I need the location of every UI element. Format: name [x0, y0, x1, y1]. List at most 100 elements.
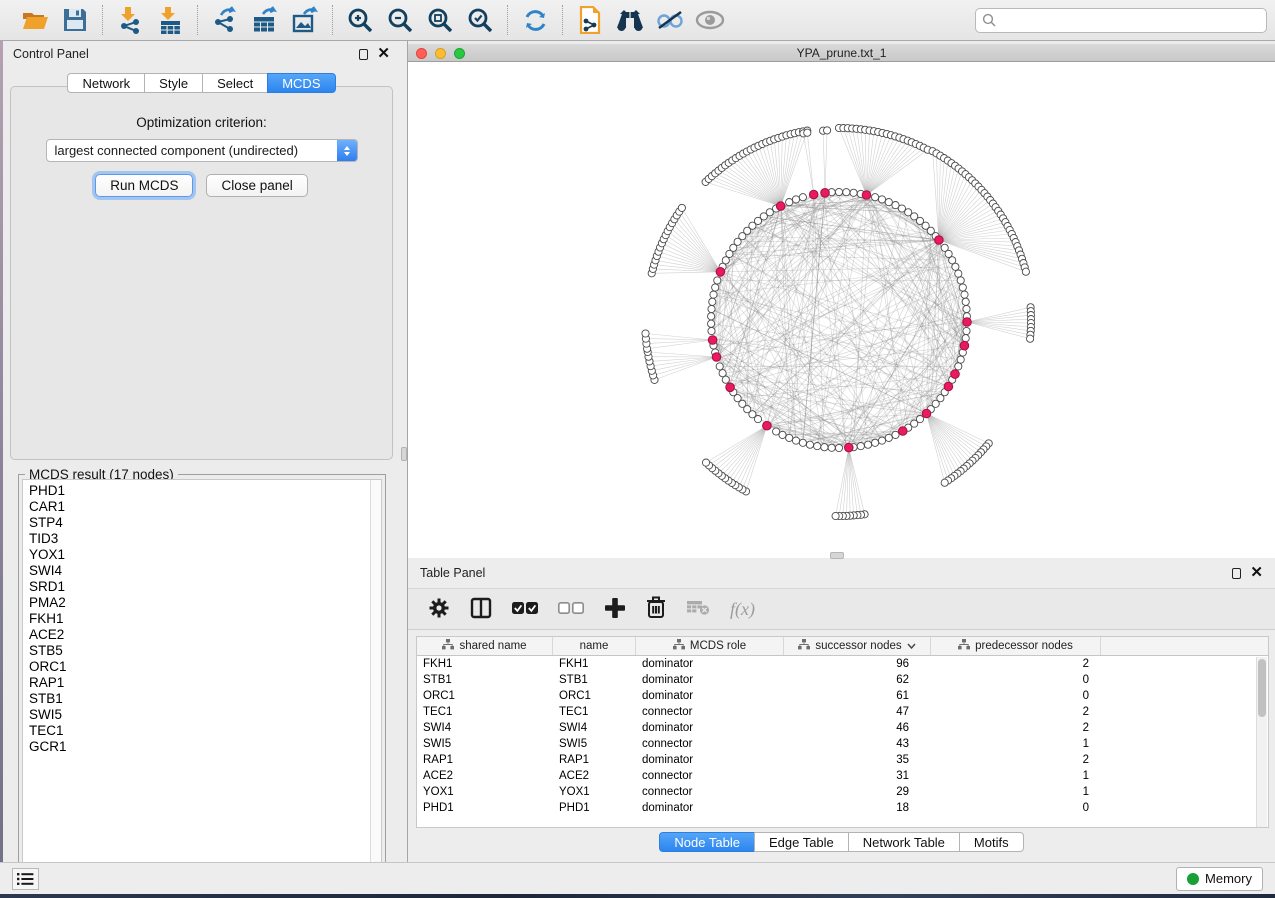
result-node-item[interactable]: SRD1: [29, 579, 381, 595]
result-node-item[interactable]: SWI5: [29, 707, 381, 723]
gear-button[interactable]: [428, 597, 450, 622]
result-node-item[interactable]: RAP1: [29, 675, 381, 691]
result-node-item[interactable]: STP4: [29, 515, 381, 531]
cell-name: PHD1: [553, 800, 636, 816]
tab-select[interactable]: Select: [202, 73, 267, 93]
zoom-in-button[interactable]: [343, 4, 377, 36]
table-row[interactable]: FKH1FKH1dominator962: [417, 656, 1268, 672]
zoom-out-button[interactable]: [383, 4, 417, 36]
memory-button[interactable]: Memory: [1176, 867, 1263, 891]
vertical-splitter-knob[interactable]: [401, 447, 407, 461]
import-network-button[interactable]: [113, 4, 147, 36]
table-row[interactable]: SWI5SWI5connector431: [417, 736, 1268, 752]
close-panel-icon[interactable]: ✕: [377, 48, 390, 60]
cell-name: SWI4: [553, 720, 636, 736]
result-node-item[interactable]: TEC1: [29, 723, 381, 739]
result-node-item[interactable]: TID3: [29, 531, 381, 547]
cell-predecessor-nodes: 2: [931, 656, 1101, 672]
tab-style[interactable]: Style: [144, 73, 202, 93]
table-scrollbar[interactable]: [1256, 657, 1267, 827]
table-row[interactable]: RAP1RAP1dominator352: [417, 752, 1268, 768]
network-canvas[interactable]: [408, 62, 1275, 557]
network-window-titlebar[interactable]: YPA_prune.txt_1: [408, 44, 1275, 62]
cell-successor-nodes: 18: [784, 800, 931, 816]
result-node-item[interactable]: PHD1: [29, 483, 381, 499]
tab-edge-table[interactable]: Edge Table: [754, 832, 848, 852]
cell-successor-nodes: 43: [784, 736, 931, 752]
uncheck-all-button[interactable]: [558, 601, 584, 618]
import-table-button[interactable]: [153, 4, 187, 36]
result-node-item[interactable]: ORC1: [29, 659, 381, 675]
column-header-MCDS-role[interactable]: MCDS role: [636, 637, 784, 655]
maximize-window-icon[interactable]: [454, 48, 465, 59]
result-node-item[interactable]: GCR1: [29, 739, 381, 755]
tab-network[interactable]: Network: [67, 73, 144, 93]
cell-predecessor-nodes: 0: [931, 688, 1101, 704]
show-all-button[interactable]: [693, 4, 727, 36]
save-session-button[interactable]: [58, 4, 92, 36]
result-node-item[interactable]: PMA2: [29, 595, 381, 611]
hide-selected-button[interactable]: [653, 4, 687, 36]
column-header-shared-name[interactable]: shared name: [417, 637, 553, 655]
export-network-button[interactable]: [208, 4, 242, 36]
horizontal-splitter-knob[interactable]: [830, 552, 844, 559]
vertical-splitter[interactable]: [400, 41, 408, 862]
table-row[interactable]: ORC1ORC1dominator610: [417, 688, 1268, 704]
result-node-item[interactable]: YOX1: [29, 547, 381, 563]
table-row[interactable]: PHD1PHD1dominator180: [417, 800, 1268, 816]
result-node-item[interactable]: FKH1: [29, 611, 381, 627]
result-node-item[interactable]: ACE2: [29, 627, 381, 643]
table-row[interactable]: ACE2ACE2connector311: [417, 768, 1268, 784]
search-box: [975, 8, 1267, 33]
minimize-window-icon[interactable]: [435, 48, 446, 59]
cell-shared-name: FKH1: [417, 656, 553, 672]
close-window-icon[interactable]: [416, 48, 427, 59]
cell-shared-name: SWI5: [417, 736, 553, 752]
show-panels-button[interactable]: [12, 868, 39, 890]
zoom-fit-button[interactable]: [423, 4, 457, 36]
column-header-name[interactable]: name: [553, 637, 636, 655]
result-node-item[interactable]: STB1: [29, 691, 381, 707]
export-table-button[interactable]: [248, 4, 282, 36]
table-row[interactable]: SWI4SWI4dominator462: [417, 720, 1268, 736]
check-all-button[interactable]: [512, 601, 538, 618]
float-table-panel-icon[interactable]: [1232, 568, 1241, 579]
float-panel-icon[interactable]: [359, 49, 368, 60]
table-row[interactable]: STB1STB1dominator620: [417, 672, 1268, 688]
cell-shared-name: YOX1: [417, 784, 553, 800]
network-from-file-button[interactable]: [573, 4, 607, 36]
table-scrollbar-thumb[interactable]: [1258, 659, 1266, 717]
network-graph[interactable]: [408, 62, 1275, 557]
control-panel-tabs: NetworkStyleSelectMCDS: [3, 73, 400, 93]
column-header-successor-nodes[interactable]: successor nodes: [784, 637, 931, 655]
result-list-scrollbar[interactable]: [370, 480, 381, 874]
tab-mcds[interactable]: MCDS: [267, 73, 335, 93]
refresh-layout-button[interactable]: [518, 4, 552, 36]
result-node-item[interactable]: SWI4: [29, 563, 381, 579]
add-button[interactable]: [604, 597, 626, 622]
sort-descending-icon: [907, 640, 916, 652]
result-node-item[interactable]: STB5: [29, 643, 381, 659]
cell-successor-nodes: 46: [784, 720, 931, 736]
close-table-panel-icon[interactable]: ✕: [1250, 567, 1263, 579]
trash-button[interactable]: [646, 596, 666, 622]
close-panel-button[interactable]: Close panel: [206, 174, 307, 197]
criterion-select[interactable]: largest connected component (undirected): [46, 139, 358, 162]
first-neighbors-button[interactable]: [613, 4, 647, 36]
tab-network-table[interactable]: Network Table: [848, 832, 959, 852]
export-image-button[interactable]: [288, 4, 322, 36]
search-input[interactable]: [975, 8, 1267, 33]
run-mcds-button[interactable]: Run MCDS: [95, 174, 193, 197]
zoom-selected-button[interactable]: [463, 4, 497, 36]
main-toolbar: [0, 0, 1275, 41]
table-row[interactable]: YOX1YOX1connector291: [417, 784, 1268, 800]
table-row[interactable]: TEC1TEC1connector472: [417, 704, 1268, 720]
open-file-button[interactable]: [18, 4, 52, 36]
tab-node-table[interactable]: Node Table: [659, 832, 754, 852]
column-header-predecessor-nodes[interactable]: predecessor nodes: [931, 637, 1101, 655]
columns-button[interactable]: [470, 597, 492, 622]
cell-shared-name: ORC1: [417, 688, 553, 704]
cell-MCDS-role: connector: [636, 704, 784, 720]
tab-motifs[interactable]: Motifs: [959, 832, 1024, 852]
result-node-item[interactable]: CAR1: [29, 499, 381, 515]
